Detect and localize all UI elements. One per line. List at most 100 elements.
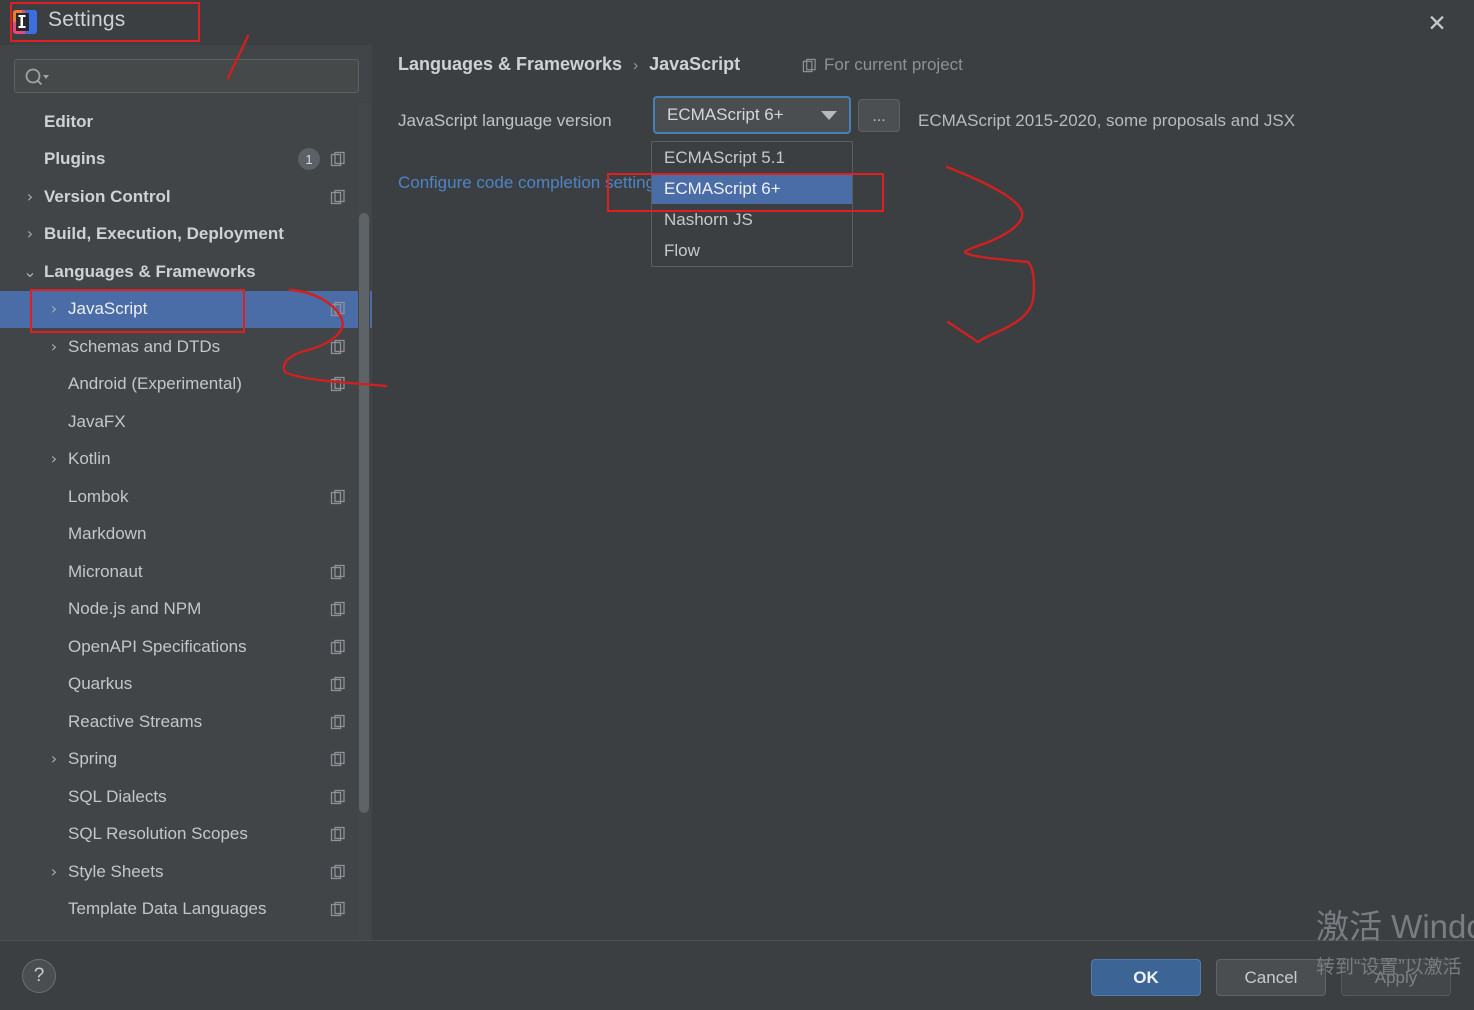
search-icon	[25, 68, 49, 86]
dropdown-option-flow[interactable]: Flow	[652, 235, 852, 266]
sidebar-item-version-control[interactable]: › Version Control	[0, 178, 372, 216]
apply-button: Apply	[1341, 959, 1451, 996]
sidebar-item-label: JavaFX	[68, 411, 126, 431]
sidebar-item-sql-dialects[interactable]: SQL Dialects	[0, 778, 372, 816]
copy-icon[interactable]	[330, 639, 346, 655]
sidebar-item-node-js-and-npm[interactable]: Node.js and NPM	[0, 591, 372, 629]
sidebar-item-markdown[interactable]: Markdown	[0, 516, 372, 554]
copy-icon[interactable]	[330, 601, 346, 617]
sidebar-item-micronaut[interactable]: Micronaut	[0, 553, 372, 591]
sidebar-item-label: Template Data Languages	[68, 899, 267, 919]
chevron-right-icon[interactable]: ›	[46, 301, 62, 317]
sidebar-scrollbar-thumb[interactable]	[359, 213, 369, 813]
search-input-value[interactable]	[55, 60, 352, 92]
breadcrumb-parent[interactable]: Languages & Frameworks	[398, 54, 622, 75]
sidebar-item-sql-resolution-scopes[interactable]: SQL Resolution Scopes	[0, 816, 372, 854]
window-title: Settings	[48, 8, 126, 31]
sidebar-item-javafx[interactable]: JavaFX	[0, 403, 372, 441]
chevron-right-icon[interactable]: ›	[46, 863, 62, 880]
dropdown-option-nashorn-js[interactable]: Nashorn JS	[652, 204, 852, 235]
sidebar-item-schemas-and-dtds[interactable]: › Schemas and DTDs	[0, 328, 372, 366]
copy-icon[interactable]	[330, 151, 346, 167]
copy-icon[interactable]	[330, 901, 346, 917]
sidebar-item-openapi-specifications[interactable]: OpenAPI Specifications	[0, 628, 372, 666]
sidebar-item-label: Markdown	[68, 524, 147, 544]
sidebar-item-plugins[interactable]: Plugins 1	[0, 141, 372, 179]
copy-icon[interactable]	[330, 489, 346, 505]
sidebar-item-label: Languages & Frameworks	[44, 261, 256, 281]
sidebar-item-label: Micronaut	[68, 561, 143, 581]
configure-code-completion-link[interactable]: Configure code completion settings	[398, 173, 664, 193]
chevron-right-icon[interactable]: ›	[46, 751, 62, 767]
sidebar-item-label: Lombok	[68, 486, 129, 506]
language-version-label: JavaScript language version	[398, 111, 612, 130]
sidebar-item-label: SQL Resolution Scopes	[68, 824, 248, 844]
breadcrumb: Languages & Frameworks › JavaScript	[398, 54, 740, 75]
copy-icon[interactable]	[330, 714, 346, 730]
dropdown-option-ecmascript-5-1[interactable]: ECMAScript 5.1	[652, 142, 852, 173]
cancel-button[interactable]: Cancel	[1216, 959, 1326, 996]
sidebar-item-javascript[interactable]: › JavaScript	[0, 290, 372, 328]
search-input[interactable]	[14, 59, 359, 93]
sidebar-item-label: Schemas and DTDs	[68, 336, 221, 356]
copy-icon[interactable]	[330, 564, 346, 580]
sidebar-item-label: JavaScript	[68, 299, 148, 319]
copy-icon[interactable]	[330, 864, 346, 880]
sidebar-item-label: Kotlin	[68, 449, 111, 469]
sidebar-item-reactive-streams[interactable]: Reactive Streams	[0, 703, 372, 741]
settings-tree: Editor Plugins 1 › Version Control › Build, Ex…	[0, 103, 372, 928]
sidebar-item-badge: 1	[298, 148, 320, 171]
intellij-idea-logo	[13, 10, 37, 34]
sidebar-item-kotlin[interactable]: › Kotlin	[0, 441, 372, 479]
chevron-down-icon[interactable]: ⌄	[22, 263, 38, 280]
browse-button[interactable]: ...	[858, 99, 900, 132]
copy-icon[interactable]	[330, 301, 346, 317]
sidebar-item-quarkus[interactable]: Quarkus	[0, 666, 372, 704]
copy-icon[interactable]	[330, 376, 346, 392]
language-version-value: ECMAScript 6+	[667, 105, 784, 124]
copy-icon[interactable]	[330, 189, 346, 205]
close-icon[interactable]: ✕	[1422, 8, 1452, 38]
sidebar-item-label: Version Control	[44, 186, 171, 206]
ok-button[interactable]: OK	[1091, 959, 1201, 996]
sidebar-item-label: Plugins	[44, 149, 106, 169]
copy-icon[interactable]	[330, 789, 346, 805]
sidebar-item-build-execution-deployment[interactable]: › Build, Execution, Deployment	[0, 216, 372, 254]
chevron-right-icon[interactable]: ›	[46, 338, 62, 355]
chevron-right-icon[interactable]: ›	[22, 188, 38, 205]
chevron-right-icon[interactable]: ›	[22, 226, 38, 242]
sidebar-item-label: SQL Dialects	[68, 786, 167, 806]
sidebar-item-label: Build, Execution, Deployment	[44, 224, 284, 244]
dropdown-option-ecmascript-6[interactable]: ECMAScript 6+	[652, 173, 852, 204]
settings-dialog: Settings ✕ Editor Plugins 1 › Version Contro…	[0, 0, 1474, 1010]
sidebar-item-label: Reactive Streams	[68, 711, 203, 731]
sidebar-item-label: Android (Experimental)	[68, 374, 242, 394]
sidebar-item-label: Node.js and NPM	[68, 599, 202, 619]
scope-note-label: For current project	[824, 55, 963, 74]
language-version-combobox[interactable]: ECMAScript 6+	[653, 96, 851, 134]
copy-icon[interactable]	[330, 826, 346, 842]
sidebar-item-android-experimental[interactable]: Android (Experimental)	[0, 366, 372, 404]
sidebar-item-lombok[interactable]: Lombok	[0, 478, 372, 516]
sidebar-item-label: OpenAPI Specifications	[68, 636, 247, 656]
sidebar-item-label: Spring	[68, 749, 118, 769]
copy-icon	[802, 58, 816, 72]
sidebar-item-editor[interactable]: Editor	[0, 103, 372, 141]
dialog-footer: ? OK Cancel Apply	[0, 940, 1474, 1010]
sidebar-item-spring[interactable]: › Spring	[0, 741, 372, 779]
language-version-dropdown: ECMAScript 5.1 ECMAScript 6+ Nashorn JS Flo…	[651, 141, 853, 267]
help-button[interactable]: ?	[22, 959, 56, 993]
sidebar-item-template-data-languages[interactable]: Template Data Languages	[0, 891, 372, 929]
chevron-right-icon[interactable]: ›	[46, 451, 62, 467]
title-bar: Settings ✕	[0, 0, 1474, 45]
sidebar-item-label: Quarkus	[68, 674, 133, 694]
sidebar-scrollbar-track[interactable]	[358, 103, 370, 940]
sidebar-item-style-sheets[interactable]: › Style Sheets	[0, 853, 372, 891]
copy-icon[interactable]	[330, 676, 346, 692]
scope-note: For current project	[802, 55, 963, 75]
sidebar-item-languages-frameworks[interactable]: ⌄ Languages & Frameworks	[0, 253, 372, 291]
breadcrumb-separator: ›	[633, 57, 639, 74]
copy-icon[interactable]	[330, 751, 346, 767]
copy-icon[interactable]	[330, 339, 346, 355]
sidebar-item-label: Style Sheets	[68, 861, 164, 881]
